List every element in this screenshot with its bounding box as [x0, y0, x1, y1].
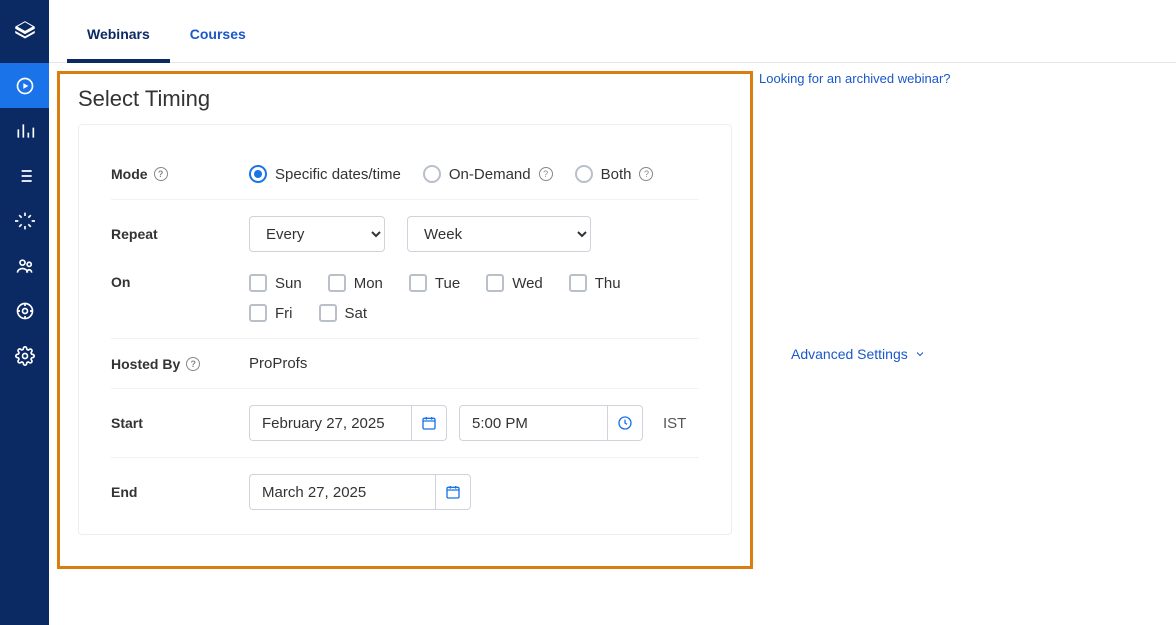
day-thu-label: Thu: [595, 275, 621, 292]
advanced-settings-toggle[interactable]: Advanced Settings: [791, 83, 926, 625]
row-on: On Sun Mon Tue Wed Thu Fri Sat: [111, 258, 699, 339]
label-mode: Mode ?: [111, 166, 249, 182]
start-time-group: [459, 405, 643, 441]
day-fri-label: Fri: [275, 305, 293, 322]
checkbox[interactable]: [249, 274, 267, 292]
hosted-by-value: ProProfs: [249, 355, 307, 372]
help-icon[interactable]: ?: [186, 357, 200, 371]
end-date-group: [249, 474, 471, 510]
hosted-by-value-wrap: ProProfs: [249, 355, 699, 372]
label-repeat: Repeat: [111, 226, 249, 242]
rail-item-analytics[interactable]: [0, 108, 49, 153]
radio-specific-label: Specific dates/time: [275, 166, 401, 183]
archived-webinar-link[interactable]: Looking for an archived webinar?: [759, 71, 951, 86]
row-start: Start: [111, 389, 699, 458]
radio-on-demand-label: On-Demand: [449, 166, 531, 183]
checkbox[interactable]: [486, 274, 504, 292]
top-tab-bar: Webinars Courses: [49, 0, 1176, 63]
checkbox[interactable]: [409, 274, 427, 292]
start-date-input[interactable]: [249, 405, 411, 441]
mode-options: Specific dates/time On-Demand ? Both ?: [249, 165, 699, 183]
help-icon[interactable]: ?: [639, 167, 653, 181]
row-mode: Mode ? Specific dates/time On-Demand ?: [111, 149, 699, 200]
day-sat-label: Sat: [345, 305, 368, 322]
label-mode-text: Mode: [111, 166, 148, 182]
radio-both-label: Both: [601, 166, 632, 183]
row-end: End: [111, 458, 699, 526]
start-controls: IST: [249, 405, 699, 441]
day-sun[interactable]: Sun: [249, 274, 302, 292]
day-fri[interactable]: Fri: [249, 304, 293, 322]
tab-webinars[interactable]: Webinars: [67, 26, 170, 62]
radio-circle-icon[interactable]: [249, 165, 267, 183]
label-end: End: [111, 484, 249, 500]
rail-item-list[interactable]: [0, 153, 49, 198]
day-sun-label: Sun: [275, 275, 302, 292]
section-title: Select Timing: [60, 74, 750, 124]
radio-circle-icon[interactable]: [423, 165, 441, 183]
rail-item-help[interactable]: [0, 288, 49, 333]
body: Select Timing Mode ? Specific dates/time: [49, 63, 1176, 625]
chevron-down-icon: [914, 348, 926, 360]
main: Webinars Courses Select Timing Mode ? Sp…: [49, 0, 1176, 625]
row-repeat: Repeat Every Week: [111, 200, 699, 258]
radio-specific[interactable]: Specific dates/time: [249, 165, 401, 183]
timing-section-highlight: Select Timing Mode ? Specific dates/time: [57, 71, 753, 569]
rail-item-settings[interactable]: [0, 333, 49, 378]
radio-both[interactable]: Both ?: [575, 165, 654, 183]
start-date-group: [249, 405, 447, 441]
day-tue[interactable]: Tue: [409, 274, 460, 292]
checkbox[interactable]: [328, 274, 346, 292]
radio-on-demand[interactable]: On-Demand ?: [423, 165, 553, 183]
rail-item-users[interactable]: [0, 243, 49, 288]
icon-rail: [0, 0, 49, 625]
timing-card: Mode ? Specific dates/time On-Demand ?: [78, 124, 732, 535]
day-sat[interactable]: Sat: [319, 304, 368, 322]
day-tue-label: Tue: [435, 275, 460, 292]
repeat-controls: Every Week: [249, 216, 699, 252]
row-hosted-by: Hosted By ? ProProfs: [111, 339, 699, 389]
start-time-input[interactable]: [459, 405, 607, 441]
calendar-icon[interactable]: [411, 405, 447, 441]
end-date-input[interactable]: [249, 474, 435, 510]
select-repeat-freq[interactable]: Every: [249, 216, 385, 252]
label-hosted-by: Hosted By ?: [111, 356, 249, 372]
help-icon[interactable]: ?: [154, 167, 168, 181]
calendar-icon[interactable]: [435, 474, 471, 510]
timezone-label: IST: [663, 415, 686, 432]
advanced-settings-label: Advanced Settings: [791, 346, 908, 362]
label-hosted-by-text: Hosted By: [111, 356, 180, 372]
days-of-week: Sun Mon Tue Wed Thu Fri Sat: [249, 274, 699, 322]
checkbox[interactable]: [569, 274, 587, 292]
checkbox[interactable]: [249, 304, 267, 322]
tab-courses[interactable]: Courses: [170, 26, 266, 62]
label-start: Start: [111, 415, 249, 431]
app-logo: [0, 0, 49, 63]
select-repeat-unit[interactable]: Week: [407, 216, 591, 252]
day-wed-label: Wed: [512, 275, 543, 292]
day-wed[interactable]: Wed: [486, 274, 543, 292]
radio-circle-icon[interactable]: [575, 165, 593, 183]
checkbox[interactable]: [319, 304, 337, 322]
help-icon[interactable]: ?: [539, 167, 553, 181]
rail-item-integrations[interactable]: [0, 198, 49, 243]
day-mon[interactable]: Mon: [328, 274, 383, 292]
day-mon-label: Mon: [354, 275, 383, 292]
rail-item-play[interactable]: [0, 63, 49, 108]
label-on: On: [111, 274, 249, 290]
day-thu[interactable]: Thu: [569, 274, 621, 292]
end-controls: [249, 474, 699, 510]
clock-icon[interactable]: [607, 405, 643, 441]
